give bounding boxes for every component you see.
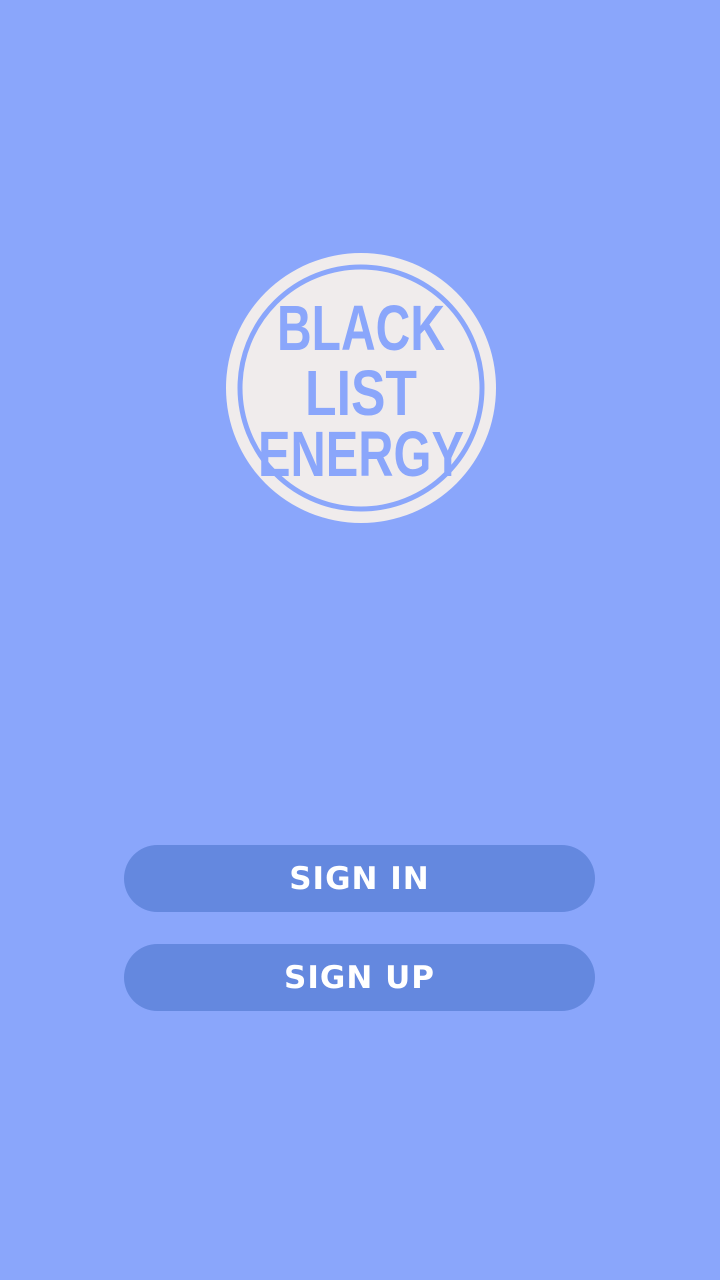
sign-in-label: SIGN IN: [289, 860, 430, 897]
sign-up-button[interactable]: SIGN UP: [124, 944, 595, 1011]
sign-up-label: SIGN UP: [284, 959, 435, 996]
logo-emblem-icon: BLACK LIST ENERGY: [226, 253, 496, 523]
sign-in-button[interactable]: SIGN IN: [124, 845, 595, 912]
logo-text-line-3: ENERGY: [258, 418, 464, 490]
blacklist-energy-logo: BLACK LIST ENERGY: [225, 252, 497, 524]
welcome-screen: BLACK LIST ENERGY SIGN IN SIGN UP: [0, 0, 720, 1280]
logo-text-line-1: BLACK: [277, 292, 445, 364]
